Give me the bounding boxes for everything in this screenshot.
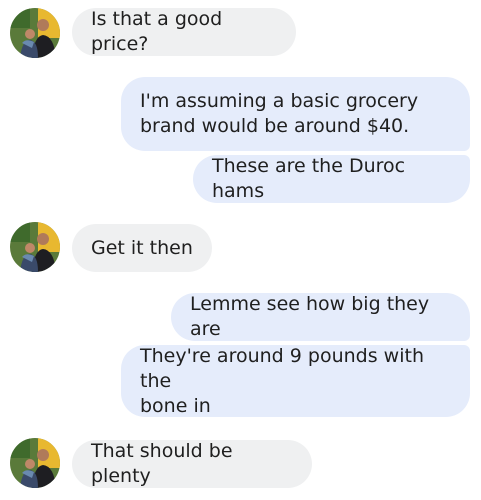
message-bubble-outgoing[interactable]: I'm assuming a basic grocery brand would… (121, 77, 470, 151)
message-bubble-outgoing[interactable]: These are the Duroc hams (193, 155, 470, 203)
message-bubble-outgoing[interactable]: They're around 9 pounds with the bone in (121, 345, 470, 417)
person-with-child-photo-icon (10, 438, 60, 488)
message-bubble-incoming[interactable]: Get it then (72, 224, 212, 272)
person-with-child-photo-icon (10, 222, 60, 272)
contact-avatar[interactable] (10, 222, 60, 272)
message-bubble-incoming[interactable]: Is that a good price? (72, 8, 296, 56)
contact-avatar[interactable] (10, 438, 60, 488)
contact-avatar[interactable] (10, 8, 60, 58)
message-bubble-outgoing[interactable]: Lemme see how big they are (171, 293, 470, 341)
message-bubble-incoming[interactable]: That should be plenty (72, 440, 312, 488)
person-with-child-photo-icon (10, 8, 60, 58)
